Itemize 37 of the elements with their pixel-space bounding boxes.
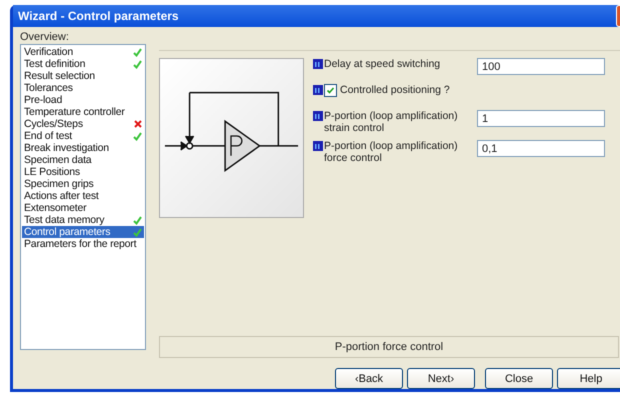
wizard-button[interactable]: Help	[557, 368, 620, 389]
parameter-icon	[313, 59, 323, 69]
overview-item[interactable]: Control parameters	[22, 226, 144, 238]
overview-item[interactable]: Verification	[22, 46, 144, 58]
overview-item[interactable]: Actions after test	[22, 190, 144, 202]
parameter-label: P-portion (loop amplification) strain control	[324, 110, 459, 134]
wizard-button[interactable]: ‹Back	[335, 368, 403, 389]
overview-label: Overview:	[20, 31, 70, 43]
wizard-button[interactable]: Next›	[407, 368, 475, 389]
parameter-label: P-portion (loop amplification) force control	[324, 140, 459, 164]
overview-item[interactable]: Extensometer	[22, 202, 144, 214]
checkmark-icon	[326, 86, 335, 95]
overview-item[interactable]: End of test	[22, 130, 144, 142]
parameter-icon	[313, 111, 323, 121]
window-title: Wizard - Control parameters	[17, 9, 179, 23]
status-text: P-portion force control	[159, 336, 619, 358]
wizard-button[interactable]: Close	[485, 368, 553, 389]
parameter-icon	[313, 141, 323, 151]
overview-item[interactable]: Tolerances	[22, 82, 144, 94]
parameter-icon	[313, 85, 323, 95]
overview-item[interactable]: Break investigation	[22, 142, 144, 154]
overview-item[interactable]: Specimen grips	[22, 178, 144, 190]
overview-item[interactable]: Parameters for the report	[22, 238, 144, 250]
overview-item[interactable]: LE Positions	[22, 166, 144, 178]
checkbox-label: Controlled positioning ?	[340, 84, 450, 96]
overview-item[interactable]: Specimen data	[22, 154, 144, 166]
parameter-label: Delay at speed switching	[324, 58, 440, 70]
overview-item[interactable]: Pre-load	[22, 94, 144, 106]
overview-item[interactable]: Cycles/Steps	[22, 118, 144, 130]
parameter-field[interactable]: 1	[477, 110, 605, 127]
overview-item[interactable]: Temperature controller	[22, 106, 144, 118]
parameter-field[interactable]: 100	[477, 58, 605, 75]
overview-item[interactable]: Result selection	[22, 70, 144, 82]
parameter-field[interactable]: 0,1	[477, 140, 605, 157]
checkbox[interactable]	[324, 84, 337, 97]
overview-item[interactable]: Test data memory	[22, 214, 144, 226]
overview-item[interactable]: Test definition	[22, 58, 144, 70]
